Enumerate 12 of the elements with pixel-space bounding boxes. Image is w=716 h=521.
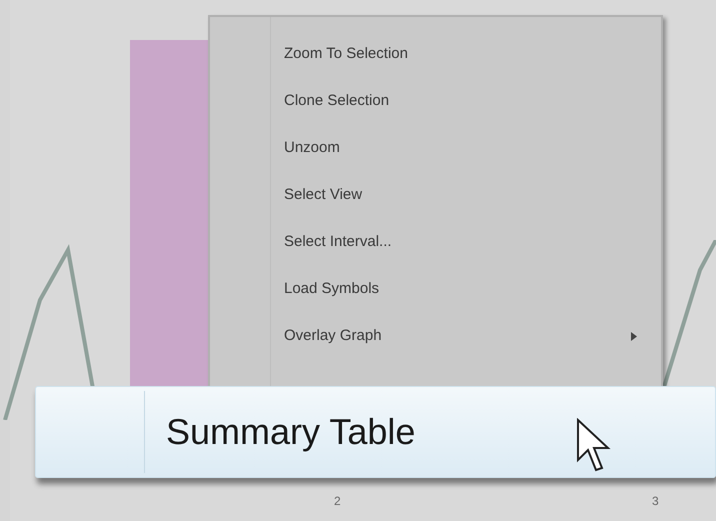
- axis-tick-label: 2: [334, 493, 341, 510]
- menu-item[interactable]: Overlay Graph: [270, 313, 661, 360]
- menu-item[interactable]: Select View: [270, 172, 661, 219]
- axis-tick-label: 3: [652, 493, 659, 510]
- cursor-icon: [576, 418, 612, 474]
- submenu-arrow-icon: [631, 332, 637, 341]
- menu-item[interactable]: Select Interval...: [270, 219, 661, 266]
- menu-item[interactable]: Zoom To Selection: [270, 31, 661, 78]
- menu-item[interactable]: Unzoom: [270, 125, 661, 172]
- menu-item[interactable]: Load Symbols: [270, 266, 661, 313]
- menu-item[interactable]: Clone Selection: [270, 78, 661, 125]
- menu-item[interactable]: Summary Table: [35, 386, 716, 478]
